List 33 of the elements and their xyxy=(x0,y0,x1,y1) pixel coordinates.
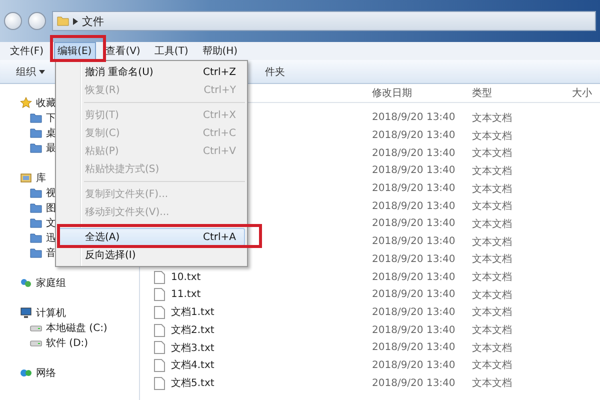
modified-date: 2018/9/20 13:40 xyxy=(372,254,456,265)
file-type: 文本文档 xyxy=(472,182,513,196)
modified-date: 2018/9/20 13:40 xyxy=(372,324,456,336)
file-type: 文本文档 xyxy=(472,218,513,231)
file-type: 文本文档 xyxy=(472,130,513,143)
modified-date: 2018/9/20 13:40 xyxy=(372,306,456,318)
file-type: 文本文档 xyxy=(472,146,513,160)
file-type: 文本文档 xyxy=(472,270,513,284)
modified-date: 2018/9/20 13:40 xyxy=(372,218,456,230)
modified-date: 2018/9/20 13:40 xyxy=(372,342,456,354)
modified-date: 2018/9/20 13:40 xyxy=(372,200,456,212)
file-type: 文本文档 xyxy=(472,112,513,125)
file-type: 文本文档 xyxy=(472,252,513,266)
modified-date: 2018/9/20 13:40 xyxy=(372,148,456,159)
modified-date: 2018/9/20 13:40 xyxy=(372,378,456,389)
modified-date: 2018/9/20 13:40 xyxy=(372,272,456,283)
modified-date: 2018/9/20 13:40 xyxy=(372,360,456,371)
file-type: 文本文档 xyxy=(472,376,513,390)
file-type: 文本文档 xyxy=(472,200,513,214)
modified-date: 2018/9/20 13:40 xyxy=(372,165,456,176)
modified-date: 2018/9/20 13:40 xyxy=(372,183,456,194)
modified-date: 2018/9/20 13:40 xyxy=(372,112,456,124)
modified-date: 2018/9/20 13:40 xyxy=(372,236,456,248)
file-type: 文本文档 xyxy=(472,306,513,320)
file-type: 文本文档 xyxy=(472,324,513,338)
file-type: 文本文档 xyxy=(472,358,513,372)
address-text: 文件 xyxy=(82,14,104,28)
file-type: 文本文档 xyxy=(472,164,513,178)
modified-date: 2018/9/20 13:40 xyxy=(372,289,456,300)
file-type: 文本文档 xyxy=(472,236,513,249)
file-type: 文本文档 xyxy=(472,288,513,302)
modified-date: 2018/9/20 13:40 xyxy=(372,130,456,142)
file-type: 文本文档 xyxy=(472,342,513,355)
